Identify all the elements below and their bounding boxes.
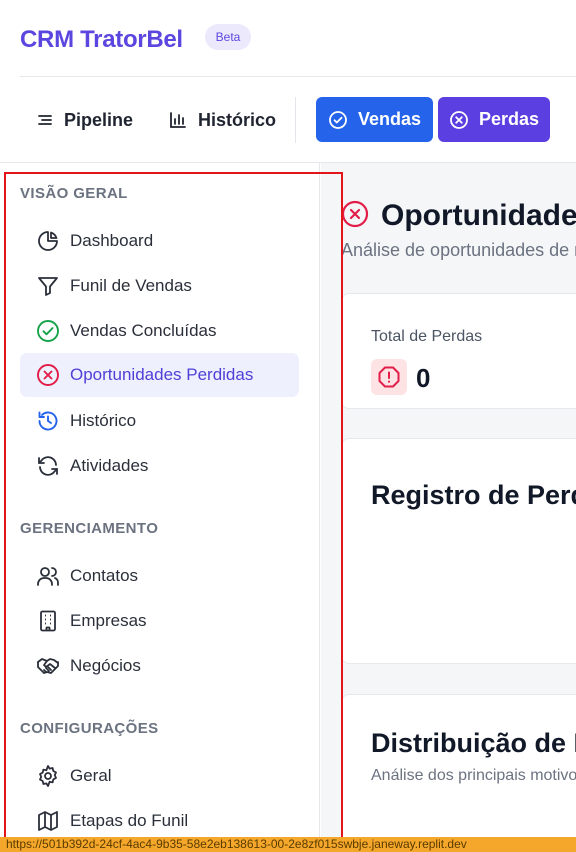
sidebar-section-visao-geral: VISÃO GERAL — [20, 185, 128, 202]
funnel-icon — [38, 277, 58, 296]
distribuicao-title: Distribuição de Motivos — [371, 728, 576, 758]
beta-badge: Beta — [205, 24, 251, 50]
x-circle-icon — [341, 200, 369, 228]
sidebar-item-atividades[interactable]: Atividades — [20, 444, 299, 488]
nav-pipeline-label: Pipeline — [64, 109, 134, 130]
sidebar-item-geral[interactable]: Geral — [20, 754, 299, 798]
check-circle-icon — [37, 320, 59, 342]
alert-icon-box — [371, 359, 407, 395]
brand-title[interactable]: CRM TratorBel — [20, 26, 183, 54]
nav-historico-label: Histórico — [198, 109, 277, 130]
main-content: Oportunidades Perdidas Análise de oportu… — [321, 163, 576, 837]
sidebar-item-label: Atividades — [70, 456, 149, 475]
total-perdas-label: Total de Perdas — [371, 328, 483, 345]
history-icon — [38, 411, 58, 431]
check-circle-icon — [329, 110, 347, 129]
refresh-icon — [38, 456, 58, 476]
sidebar-item-label: Geral — [70, 766, 112, 785]
sidebar-item-label: Vendas Concluídas — [70, 321, 217, 340]
sidebar-item-label: Histórico — [70, 411, 137, 430]
map-icon — [38, 811, 58, 831]
total-perdas-value: 0 — [416, 363, 431, 393]
top-nav: Pipeline Histórico Vendas Perdas — [0, 77, 576, 163]
users-icon — [37, 567, 59, 586]
page-title: Oportunidades Perdidas — [381, 199, 576, 232]
sidebar-item-etapas-funil[interactable]: Etapas do Funil — [20, 799, 299, 837]
registro-perdas-title: Registro de Perdas — [371, 480, 576, 510]
page-subtitle: Análise de oportunidades de negócio perd… — [341, 240, 576, 260]
top-header: CRM TratorBel Beta — [0, 0, 576, 76]
vendas-button-label: Vendas — [357, 109, 422, 129]
x-circle-icon — [37, 364, 59, 386]
sidebar-item-contatos[interactable]: Contatos — [20, 554, 299, 598]
nav-separator — [295, 97, 296, 143]
nav-historico[interactable]: Histórico — [168, 97, 276, 143]
sidebar-section-configuracoes: CONFIGURAÇÕES — [20, 720, 159, 737]
x-circle-icon — [450, 110, 468, 129]
sidebar: VISÃO GERAL Dashboard Funil de Vendas Ve… — [0, 163, 320, 837]
distribuicao-subtitle: Análise dos principais motivos de perda — [371, 767, 576, 784]
sidebar-item-historico[interactable]: Histórico — [20, 399, 299, 443]
bar-chart-icon — [170, 112, 186, 128]
sidebar-item-label: Negócios — [70, 656, 141, 675]
gear-icon — [39, 765, 57, 787]
sidebar-item-oportunidades-perdidas[interactable]: Oportunidades Perdidas — [20, 353, 299, 397]
perdas-button[interactable]: Perdas — [438, 97, 550, 142]
pie-chart-icon — [38, 231, 58, 251]
sidebar-item-label: Etapas do Funil — [70, 811, 189, 830]
sidebar-item-funil[interactable]: Funil de Vendas — [20, 264, 299, 308]
vendas-button[interactable]: Vendas — [316, 97, 433, 142]
nav-pipeline[interactable]: Pipeline — [36, 97, 133, 143]
list-icon — [38, 115, 52, 125]
sidebar-item-label: Contatos — [70, 566, 139, 585]
sidebar-item-label: Empresas — [70, 611, 147, 630]
building-icon — [40, 610, 56, 632]
sidebar-item-label: Funil de Vendas — [70, 276, 192, 295]
sidebar-section-gerenciamento: GERENCIAMENTO — [20, 520, 159, 537]
distribuicao-card — [341, 694, 576, 837]
sidebar-item-label: Dashboard — [70, 231, 154, 250]
sidebar-item-dashboard[interactable]: Dashboard — [20, 219, 299, 263]
sidebar-item-negocios[interactable]: Negócios — [20, 644, 299, 688]
alert-octagon-icon — [378, 366, 400, 388]
sidebar-item-empresas[interactable]: Empresas — [20, 599, 299, 643]
sidebar-item-label: Oportunidades Perdidas — [70, 365, 254, 384]
perdas-button-label: Perdas — [478, 109, 540, 129]
handshake-icon — [37, 658, 59, 674]
sidebar-item-vendas-concluidas[interactable]: Vendas Concluídas — [20, 309, 299, 353]
registro-perdas-card — [341, 438, 576, 664]
status-bar-url: https://501b392d-24cf-4ac4-9b35-58e2eb13… — [0, 837, 576, 852]
